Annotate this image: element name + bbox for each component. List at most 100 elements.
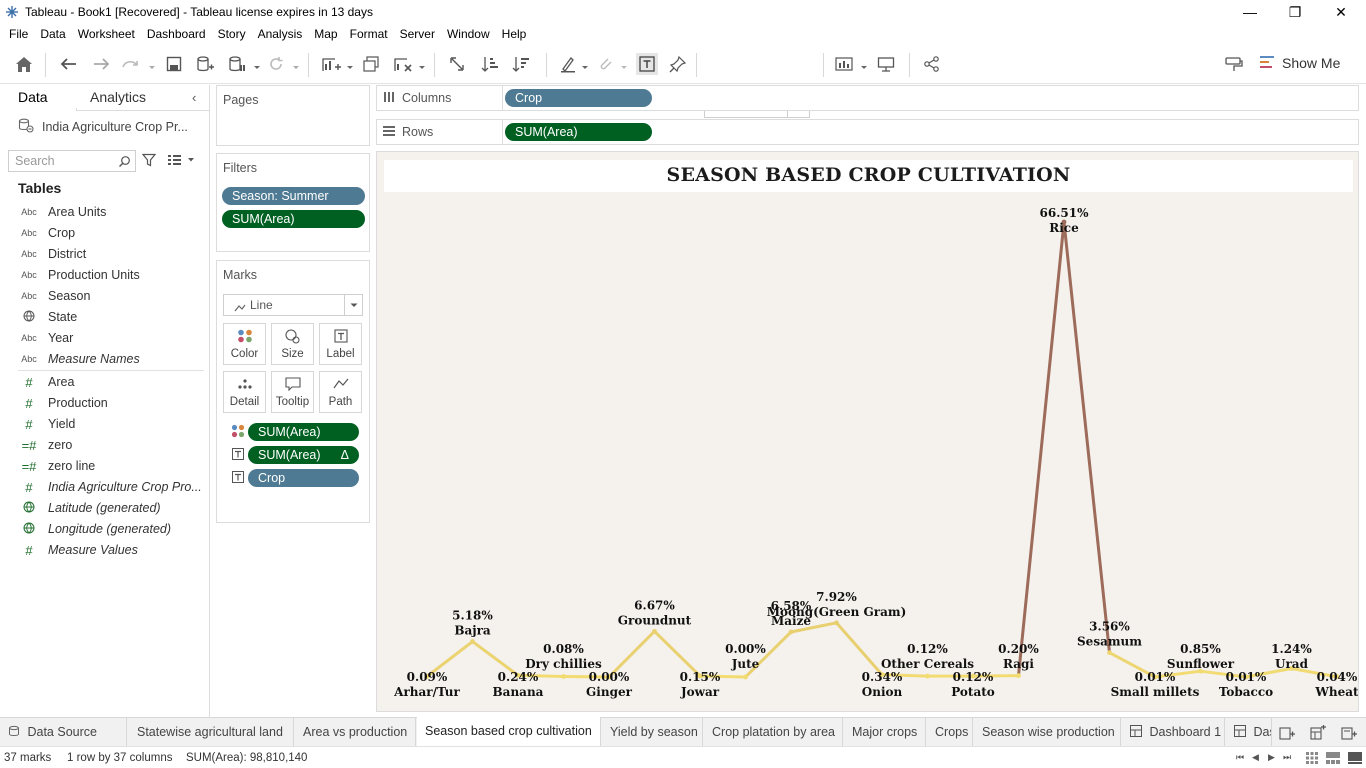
tab-season-wise-production[interactable]: Season wise production (974, 718, 1121, 747)
refresh-icon[interactable] (265, 53, 287, 75)
presentation-cards-icon[interactable] (834, 53, 856, 75)
marks-pill-label-crop[interactable]: Crop (248, 469, 359, 487)
save-icon[interactable] (163, 53, 185, 75)
menu-map[interactable]: Map (308, 24, 343, 44)
minimize-button[interactable]: — (1227, 0, 1273, 24)
color-button[interactable]: Color (223, 323, 266, 365)
menu-dashboard[interactable]: Dashboard (141, 24, 212, 44)
field-area-units[interactable]: Abc Area Units (20, 202, 106, 222)
label-button[interactable]: Label (319, 323, 362, 365)
new-worksheet-tab-icon[interactable] (1278, 724, 1296, 742)
data-point-maize[interactable] (788, 629, 794, 635)
presentation-mode-icon[interactable] (875, 53, 897, 75)
pages-card[interactable]: Pages (216, 85, 370, 146)
show-filmstrip-icon[interactable] (1326, 752, 1340, 767)
detail-button[interactable]: Detail (223, 371, 266, 413)
field-year[interactable]: Abc Year (20, 328, 73, 348)
field-district[interactable]: Abc District (20, 244, 86, 264)
tab-dashboard-1[interactable]: Dashboard 1 (1122, 718, 1225, 747)
rows-shelf[interactable]: Rows SUM(Area) (376, 119, 1359, 145)
field-crop[interactable]: Abc Crop (20, 223, 75, 243)
tab-analytics[interactable]: Analytics (90, 89, 146, 105)
chevron-down-icon[interactable] (292, 60, 300, 69)
menu-story[interactable]: Story (212, 24, 252, 44)
field-state[interactable]: State (20, 307, 77, 327)
mark-type-dropdown[interactable]: Line (223, 294, 363, 316)
menu-worksheet[interactable]: Worksheet (72, 24, 141, 44)
data-point-moong-green-gram[interactable] (834, 620, 839, 626)
view-options-icon[interactable] (167, 154, 195, 169)
maximize-button[interactable]: ❐ (1272, 0, 1318, 24)
swap-axes-icon[interactable] (446, 53, 468, 75)
chevron-down-icon[interactable] (860, 60, 868, 69)
new-dashboard-tab-icon[interactable] (1309, 724, 1327, 742)
previous-sheet-icon[interactable]: ◀ (1252, 752, 1259, 763)
size-button[interactable]: Size (271, 323, 314, 365)
field-measure-names[interactable]: Abc Measure Names (20, 349, 139, 369)
line-segment-moong-green-gram[interactable] (835, 621, 884, 677)
field-area[interactable]: # Area (20, 372, 74, 392)
line-segment-ragi[interactable] (1017, 220, 1066, 678)
data-point-dry-chillies[interactable] (561, 674, 566, 679)
share-icon[interactable] (921, 53, 943, 75)
columns-pill-crop[interactable]: Crop (505, 89, 652, 107)
path-button[interactable]: Path (319, 371, 362, 413)
field-record-count[interactable]: # India Agriculture Crop Pro... (20, 477, 201, 497)
tab-data-source[interactable]: Data Source (0, 718, 127, 747)
new-worksheet-icon[interactable] (320, 53, 342, 75)
marks-pill-color-sum-area[interactable]: SUM(Area) (248, 423, 359, 441)
show-mark-labels-icon[interactable] (636, 53, 658, 75)
collapse-pane-icon[interactable]: ‹ (192, 90, 196, 105)
chevron-down-icon[interactable] (418, 60, 426, 69)
menu-help[interactable]: Help (496, 24, 533, 44)
redo-icon[interactable] (90, 53, 112, 75)
filter-pill-sum-area[interactable]: SUM(Area) (222, 210, 365, 228)
data-point-bajra[interactable] (470, 639, 475, 644)
data-point-groundnut[interactable] (652, 628, 657, 634)
next-sheet-icon[interactable]: ▶ (1268, 752, 1275, 763)
data-point-jute[interactable] (743, 674, 748, 680)
highlight-icon[interactable] (557, 53, 579, 75)
chevron-down-icon[interactable] (620, 60, 628, 69)
field-zero-line[interactable]: =# zero line (20, 456, 96, 476)
format-workbook-icon[interactable] (1223, 53, 1245, 75)
chevron-down-icon[interactable] (253, 60, 261, 69)
menu-file[interactable]: File (3, 24, 34, 44)
tab-data[interactable]: Data (18, 89, 48, 105)
worksheet-view[interactable]: SEASON BASED CROP CULTIVATION 0.09% Arhar… (376, 151, 1359, 712)
field-longitude[interactable]: Longitude (generated) (20, 519, 171, 539)
tab-area-vs-production[interactable]: Area vs production (295, 718, 416, 747)
menu-format[interactable]: Format (344, 24, 394, 44)
marks-pill-label-sum-area[interactable]: SUM(Area) Δ (248, 446, 359, 464)
data-point-other-cereals[interactable] (925, 673, 930, 679)
field-zero[interactable]: =# zero (20, 435, 73, 455)
new-story-tab-icon[interactable] (1340, 724, 1358, 742)
tab-season-based-crop-cultivation[interactable]: Season based crop cultivation (417, 717, 601, 747)
show-tabs-icon[interactable] (1348, 752, 1362, 767)
field-season[interactable]: Abc Season (20, 286, 90, 306)
line-chart[interactable]: 0.09%Arhar/Tur 5.18%Bajra 0.24%Banana 0.08%… (377, 152, 1358, 711)
filter-pill-season[interactable]: Season: Summer (222, 187, 365, 205)
clear-sheet-icon[interactable] (392, 53, 414, 75)
tab-statewise-agricultural-land[interactable]: Statewise agricultural land (129, 718, 294, 747)
replay-icon[interactable] (120, 53, 142, 75)
chevron-down-icon[interactable] (148, 60, 156, 69)
field-production[interactable]: # Production (20, 393, 107, 413)
field-measure-values[interactable]: # Measure Values (20, 540, 138, 560)
chevron-down-icon[interactable] (346, 60, 354, 69)
new-datasource-icon[interactable] (194, 53, 216, 75)
tab-yield-by-season[interactable]: Yield by season (602, 718, 703, 747)
last-sheet-icon[interactable]: ⏭ (1283, 752, 1291, 763)
home-icon[interactable] (13, 53, 35, 75)
duplicate-sheet-icon[interactable] (360, 53, 382, 75)
filter-icon[interactable] (141, 153, 157, 170)
data-point-ragi[interactable] (1016, 673, 1021, 679)
tooltip-button[interactable]: Tooltip (271, 371, 314, 413)
field-yield[interactable]: # Yield (20, 414, 75, 434)
sort-ascending-icon[interactable] (479, 53, 501, 75)
menu-data[interactable]: Data (34, 24, 71, 44)
close-button[interactable]: ✕ (1318, 0, 1364, 24)
data-point-sesamum[interactable] (1107, 650, 1112, 656)
show-sheet-sorter-icon[interactable] (1306, 752, 1318, 767)
fix-axes-icon[interactable] (667, 53, 689, 75)
